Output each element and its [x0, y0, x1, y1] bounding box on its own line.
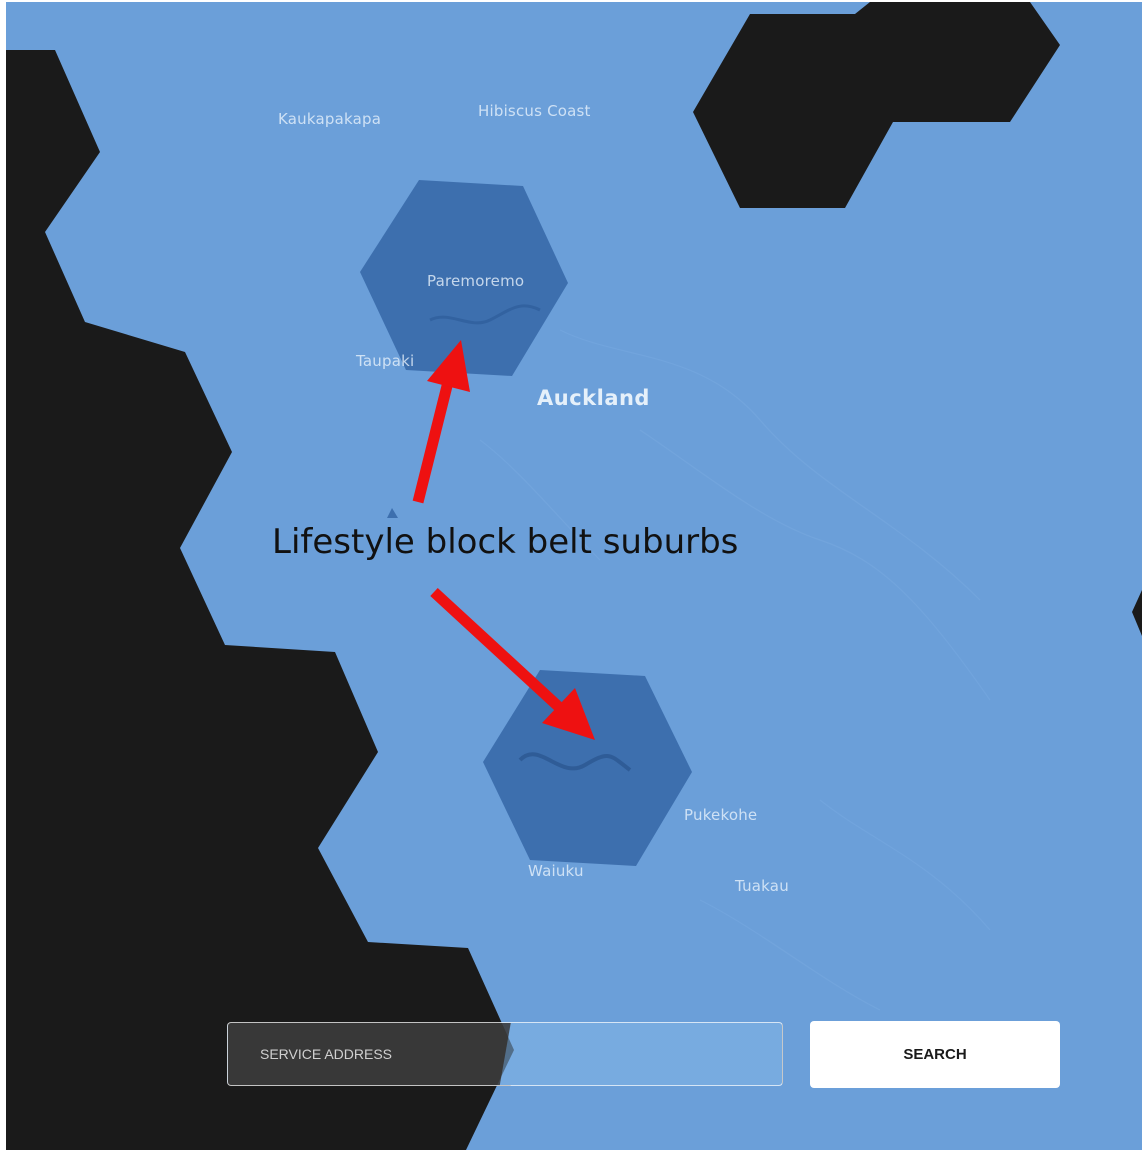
place-label-hibiscus-coast: Hibiscus Coast — [478, 102, 591, 120]
place-label-paremoremo: Paremoremo — [427, 272, 525, 290]
place-label-taupaki: Taupaki — [356, 352, 415, 370]
annotation-text: Lifestyle block belt suburbs — [272, 522, 739, 562]
map-canvas[interactable] — [0, 0, 1142, 1154]
service-address-input[interactable] — [227, 1022, 783, 1086]
place-label-tuakau: Tuakau — [735, 877, 789, 895]
coverage-map[interactable]: Kaukapakapa Hibiscus Coast Paremoremo Ta… — [0, 0, 1142, 1154]
place-label-waiuku: Waiuku — [528, 862, 584, 880]
place-label-pukekohe: Pukekohe — [684, 806, 758, 824]
search-button[interactable]: SEARCH — [810, 1021, 1060, 1088]
place-label-auckland: Auckland — [537, 386, 650, 410]
place-label-kaukapakapa: Kaukapakapa — [278, 110, 382, 128]
